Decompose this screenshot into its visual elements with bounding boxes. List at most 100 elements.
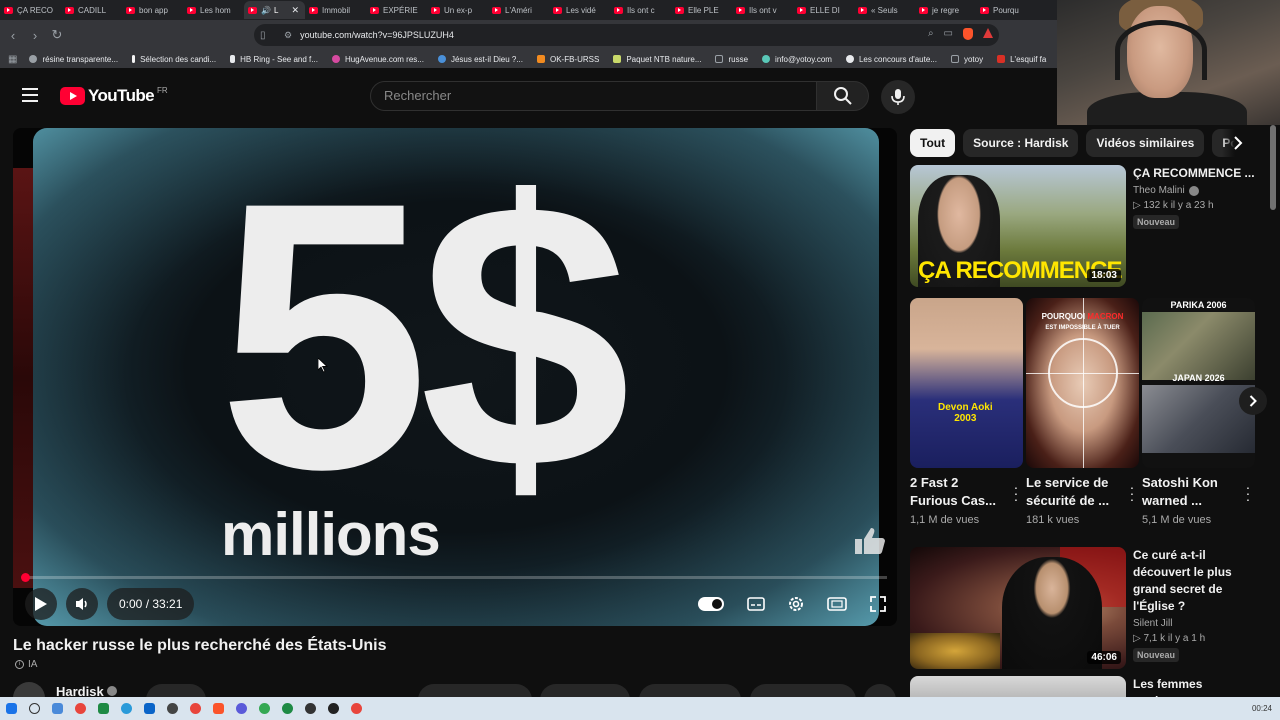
video-player[interactable]: 5$ millions 0:00 / 33:21: [13, 128, 897, 626]
back-arrow-icon[interactable]: ‹: [4, 28, 22, 43]
page-scrollbar[interactable]: [1270, 125, 1276, 210]
voice-search-button[interactable]: [881, 80, 915, 114]
browser-tab[interactable]: EXPÉRIE: [366, 1, 427, 19]
chip-source[interactable]: Source : Hardisk: [963, 129, 1079, 157]
browser-tab[interactable]: je regre: [915, 1, 976, 19]
app-icon[interactable]: [328, 703, 339, 714]
bookmark-item[interactable]: Sélection des candi...: [132, 55, 216, 64]
ai-content-badge[interactable]: i IA: [15, 659, 37, 670]
discord-icon[interactable]: [236, 703, 247, 714]
video-thumbnail[interactable]: 46:06: [910, 547, 1126, 669]
cast-icon[interactable]: ▭: [944, 28, 953, 40]
edge-icon[interactable]: [121, 703, 132, 714]
chip-all[interactable]: Tout: [910, 129, 956, 157]
subscribe-button[interactable]: [146, 684, 206, 698]
channel-line[interactable]: Silent Jill: [1133, 618, 1258, 629]
browser-tab-active[interactable]: 🔊 L ✕: [244, 1, 305, 19]
chrome-icon[interactable]: [351, 703, 362, 714]
browser-tab[interactable]: Pourqu: [976, 1, 1037, 19]
apps-grid-icon[interactable]: ▦: [8, 54, 17, 65]
theater-mode-icon[interactable]: [827, 597, 848, 611]
search-input[interactable]: Rechercher: [370, 81, 817, 111]
bookmark-item[interactable]: L'esquif fa: [997, 55, 1046, 64]
bookmark-item[interactable]: Les concours d'aute...: [845, 55, 937, 64]
chip-similar[interactable]: Vidéos similaires: [1086, 129, 1205, 157]
video-title[interactable]: ÇA RECOMMENCE ...: [1133, 165, 1258, 182]
browser-tab[interactable]: CADILL: [61, 1, 122, 19]
subtitles-icon[interactable]: [746, 597, 765, 611]
browser-tab[interactable]: « Seuls: [854, 1, 915, 19]
site-info-icon[interactable]: ⚙: [284, 30, 292, 41]
short-title[interactable]: 2 Fast 2 Furious Cas...: [910, 474, 1006, 510]
like-dislike-button[interactable]: [418, 684, 532, 698]
short-thumbnail[interactable]: Devon Aoki 2003: [910, 298, 1023, 468]
volume-button[interactable]: [66, 588, 98, 620]
browser-tab[interactable]: Les vidé: [549, 1, 610, 19]
recommended-video[interactable]: ÇA RECOMMENCE 18:03 ÇA RECOMMENCE ... Th…: [910, 165, 1255, 287]
video-title[interactable]: Ce curé a-t-il découvert le plus grand s…: [1133, 547, 1258, 615]
bookmark-item[interactable]: Jésus est-il Dieu ?...: [437, 55, 523, 64]
bookmark-item[interactable]: HB Ring - See and f...: [230, 55, 318, 64]
more-vert-icon[interactable]: · · ·: [1011, 480, 1021, 506]
obs-icon[interactable]: [305, 703, 316, 714]
short-title[interactable]: Le service de sécurité de ...: [1026, 474, 1122, 510]
autoplay-toggle[interactable]: [698, 597, 725, 611]
search-icon[interactable]: [29, 703, 40, 714]
app-icon[interactable]: [282, 703, 293, 714]
share-button[interactable]: [540, 684, 630, 698]
channel-line[interactable]: Theo Malini: [1133, 185, 1258, 196]
video-thumbnail[interactable]: ÇA RECOMMENCE 18:03: [910, 165, 1126, 287]
app-icon[interactable]: [167, 703, 178, 714]
search-button[interactable]: [816, 81, 869, 111]
explorer-icon[interactable]: [52, 703, 63, 714]
bookmark-folder[interactable]: yotoy: [950, 55, 983, 64]
excel-icon[interactable]: [98, 703, 109, 714]
brave-shield-icon[interactable]: [963, 28, 973, 40]
outlook-icon[interactable]: [144, 703, 155, 714]
more-actions-button[interactable]: [864, 684, 896, 698]
shorts-next-button[interactable]: [1239, 387, 1267, 415]
fullscreen-icon[interactable]: [869, 596, 886, 612]
browser-app-icon[interactable]: [75, 703, 86, 714]
short-title[interactable]: Satoshi Kon warned ...: [1142, 474, 1238, 510]
download-button[interactable]: [750, 684, 856, 698]
browser-tab[interactable]: Ils ont v: [732, 1, 793, 19]
bookmark-item[interactable]: HugAvenue.com res...: [331, 55, 424, 64]
bookmark-item[interactable]: résine transparente...: [29, 55, 118, 64]
short-thumbnail[interactable]: POURQUOI MACRON EST IMPOSSIBLE À TUER: [1026, 298, 1139, 468]
bookmark-icon[interactable]: ▯: [260, 30, 270, 41]
more-vert-icon[interactable]: · · ·: [1243, 480, 1253, 506]
save-button[interactable]: [639, 684, 741, 698]
chrome-profile-icon[interactable]: [259, 703, 270, 714]
recommended-video[interactable]: 46:06 Ce curé a-t-il découvert le plus g…: [910, 547, 1255, 669]
menu-icon[interactable]: [22, 88, 38, 102]
rewards-triangle-icon[interactable]: [983, 28, 993, 38]
chips-next-button[interactable]: [1222, 129, 1254, 157]
youtube-logo[interactable]: YouTube FR: [60, 86, 168, 106]
settings-gear-icon[interactable]: [787, 595, 805, 613]
browser-tab[interactable]: Immobil: [305, 1, 366, 19]
address-bar[interactable]: ▯ ⚙ youtube.com/watch?v=96JPSLUZUH4 ⌕ ▭: [254, 24, 999, 46]
reload-icon[interactable]: ↻: [48, 27, 66, 43]
channel-avatar[interactable]: [13, 682, 45, 698]
chrome-icon[interactable]: [190, 703, 201, 714]
short-item[interactable]: POURQUOI MACRON EST IMPOSSIBLE À TUER Le …: [1026, 298, 1139, 526]
bookmark-item[interactable]: Paquet NTB nature...: [613, 55, 701, 64]
windows-start-icon[interactable]: [6, 703, 17, 714]
channel-name[interactable]: Hardisk: [56, 684, 118, 698]
bookmark-folder[interactable]: russe: [715, 55, 748, 64]
browser-tab[interactable]: Un ex-p: [427, 1, 488, 19]
browser-tab[interactable]: Elle PLE: [671, 1, 732, 19]
bookmark-item[interactable]: OK-FB-URSS: [536, 55, 599, 64]
browser-tab[interactable]: ÇA RECO: [0, 1, 61, 19]
browser-tab[interactable]: Les hom: [183, 1, 244, 19]
bookmark-item[interactable]: info@yotoy.com: [762, 55, 832, 64]
browser-tab[interactable]: L'Améri: [488, 1, 549, 19]
forward-arrow-icon[interactable]: ›: [26, 28, 44, 43]
browser-tab[interactable]: Ils ont c: [610, 1, 671, 19]
brave-icon[interactable]: [213, 703, 224, 714]
progress-scrubber[interactable]: [21, 573, 30, 582]
zoom-icon[interactable]: ⌕: [928, 28, 934, 40]
short-item[interactable]: Devon Aoki 2003 2 Fast 2 Furious Cas... 1…: [910, 298, 1023, 526]
short-thumbnail[interactable]: PARIKA 2006 JAPAN 2026: [1142, 298, 1255, 468]
